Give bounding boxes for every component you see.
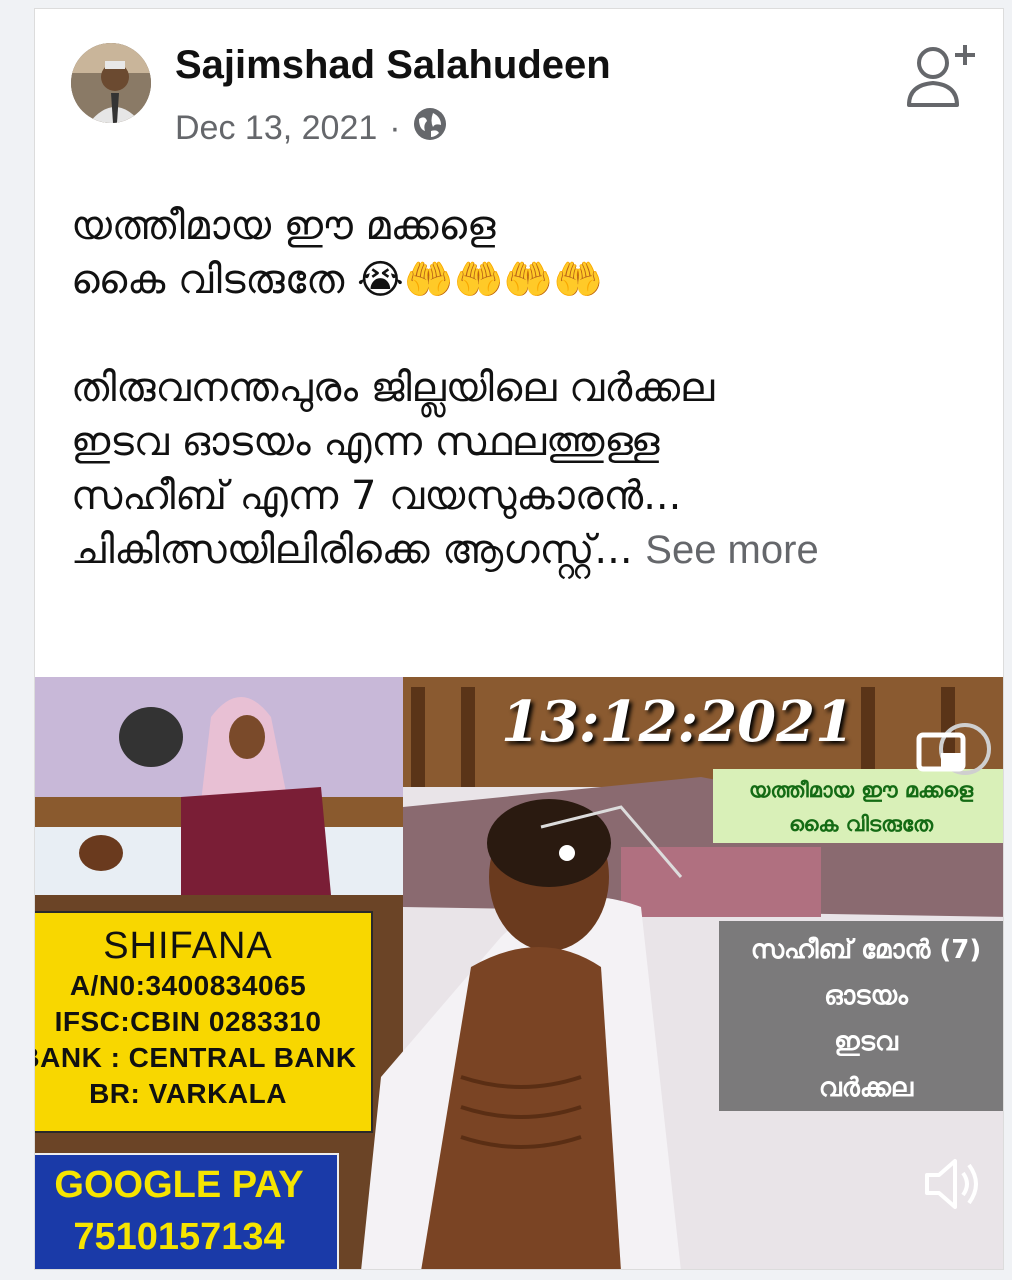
account-holder-name: SHIFANA: [103, 925, 273, 967]
caption-side-line: ഓടയം: [824, 981, 908, 1011]
post-text-line: [71, 307, 971, 361]
post-text-line: തിരുവനന്തപുരം ജില്ലയിലെ വർക്കല: [71, 365, 715, 411]
avatar-photo: [71, 43, 151, 123]
post-meta: Dec 13, 2021 ·: [175, 107, 447, 150]
globe-icon: [413, 107, 447, 150]
bank-line: IFSC:CBIN 0283310: [54, 1006, 322, 1037]
picture-in-picture-icon[interactable]: [913, 723, 993, 793]
post-card: Sajimshad Salahudeen Dec 13, 2021 · യത്ത…: [34, 8, 1004, 1270]
post-text-line: സഹീബ് എന്ന 7 വയസുകാരൻ...: [71, 473, 682, 519]
bank-line: BR: VARKALA: [89, 1078, 287, 1109]
post-text: യത്തീമായ ഈ മക്കളെ കൈ വിടരുതേ 😭🤲🤲🤲🤲 തിരുവ…: [71, 199, 971, 577]
avatar[interactable]: [71, 43, 151, 123]
post-text-line: യത്തീമായ ഈ മക്കളെ: [71, 203, 496, 249]
post-text-line: ചികിത്സയിലിരിക്കെ ആഗസ്റ്റ്...: [71, 527, 633, 573]
meta-separator: ·: [389, 109, 401, 147]
author-name[interactable]: Sajimshad Salahudeen: [175, 43, 611, 88]
inset-photo: [35, 677, 403, 895]
bank-details-box: SHIFANA A/N0:3400834065 IFSC:CBIN 028331…: [34, 911, 373, 1133]
caption-side-line: സഹീബ് മോൻ (7): [750, 935, 982, 965]
post-text-line: ഇടവ ഓടയം എന്ന സ്ഥലത്തുള്ള: [71, 419, 660, 465]
add-friend-icon[interactable]: [903, 39, 983, 119]
post-text-line: കൈ വിടരുതേ 😭🤲🤲🤲🤲: [71, 257, 603, 303]
gpay-number: 7510157134: [73, 1216, 285, 1258]
gpay-label: GOOGLE PAY: [54, 1164, 304, 1206]
post-date[interactable]: Dec 13, 2021: [175, 109, 377, 148]
caption-side-line: ഇടവ: [834, 1027, 898, 1057]
see-more-link[interactable]: See more: [645, 528, 818, 572]
video-date-stamp: 13:12:2021: [501, 689, 855, 755]
volume-icon[interactable]: [919, 1151, 985, 1217]
bank-line: BANK : CENTRAL BANK: [34, 1042, 357, 1073]
gpay-box: GOOGLE PAY 7510157134: [35, 1153, 339, 1269]
caption-side-line: വർക്കല: [818, 1073, 914, 1103]
caption-top-line: കൈ വിടരുതേ: [788, 812, 934, 836]
post-text-last-line: ചികിത്സയിലിരിക്കെ ആഗസ്റ്റ്... See more: [71, 523, 971, 577]
post-video[interactable]: 13:12:2021 യത്തീമായ ഈ മക്കളെ കൈ വിടരുതേ …: [34, 677, 1003, 1269]
caption-side: സഹീബ് മോൻ (7) ഓടയം ഇടവ വർക്കല: [719, 921, 1003, 1111]
bank-line: A/N0:3400834065: [69, 970, 307, 1001]
